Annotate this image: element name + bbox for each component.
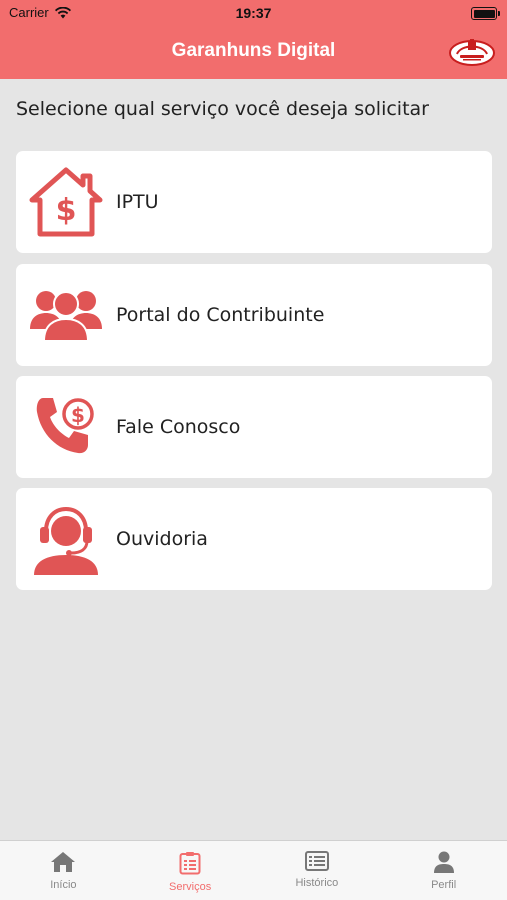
house-dollar-icon: $ [16, 151, 116, 253]
service-label: Ouvidoria [116, 528, 208, 550]
tab-servicos[interactable]: Serviços [127, 841, 254, 900]
service-card-portal-contribuinte[interactable]: Portal do Contribuinte [16, 264, 492, 366]
people-group-icon [16, 264, 116, 366]
tab-perfil[interactable]: Perfil [380, 841, 507, 900]
clipboard-list-icon [179, 852, 201, 875]
tab-label: Início [50, 879, 77, 891]
page-title: Garanhuns Digital [171, 40, 336, 61]
service-prompt: Selecione qual serviço você deseja solic… [16, 98, 429, 120]
bottom-tab-bar: Início Serviços Histórico Perfil [0, 840, 507, 900]
tab-inicio[interactable]: Início [0, 841, 127, 900]
home-icon [51, 852, 76, 872]
battery-icon [471, 7, 500, 20]
tab-label: Histórico [295, 877, 339, 889]
headset-agent-icon [16, 488, 116, 590]
phone-dollar-icon: $ [16, 376, 116, 478]
person-icon [433, 851, 454, 873]
city-logo-icon[interactable] [447, 36, 497, 68]
tab-historico[interactable]: Histórico [254, 841, 381, 900]
app-header: Carrier 19:37 Garanhuns Digital [0, 0, 507, 79]
service-label: Portal do Contribuinte [116, 304, 325, 326]
status-bar: Carrier 19:37 [0, 0, 507, 28]
list-icon [304, 851, 329, 871]
status-time: 19:37 [235, 5, 272, 21]
service-card-fale-conosco[interactable]: $ Fale Conosco [16, 376, 492, 478]
service-label: IPTU [116, 191, 159, 213]
svg-text:$: $ [71, 403, 85, 427]
service-card-ouvidoria[interactable]: Ouvidoria [16, 488, 492, 590]
tab-label: Serviços [169, 881, 212, 893]
service-card-iptu[interactable]: $ IPTU [16, 151, 492, 253]
tab-label: Perfil [431, 879, 457, 891]
svg-text:$: $ [56, 193, 77, 228]
service-label: Fale Conosco [116, 416, 241, 438]
